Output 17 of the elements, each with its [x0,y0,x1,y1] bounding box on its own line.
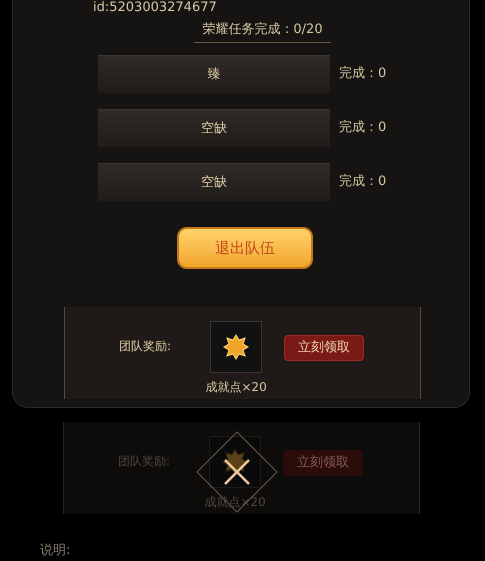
exit-team-button[interactable]: 退出队伍 [177,227,313,269]
player-id: id:5203003274677 [93,1,217,16]
member-slot: 空缺 [98,163,330,201]
star-badge-icon [222,449,248,475]
completion-count: 完成：0 [339,65,386,84]
completion-count: 完成：0 [339,173,386,192]
member-slot: 空缺 [98,109,330,147]
star-badge-icon [223,334,250,360]
reward-label: 团队奖励: [119,338,172,355]
claim-button[interactable]: 立刻领取 [284,335,364,361]
close-button[interactable] [196,431,278,513]
reward-label: 团队奖励: [118,453,170,470]
member-slot: 臻 [98,55,330,93]
claim-button[interactable]: 立刻领取 [283,450,364,476]
notes-label: 说明: [40,543,70,559]
reward-caption: 成就点×20 [205,379,267,396]
completion-count: 完成：0 [339,119,386,138]
